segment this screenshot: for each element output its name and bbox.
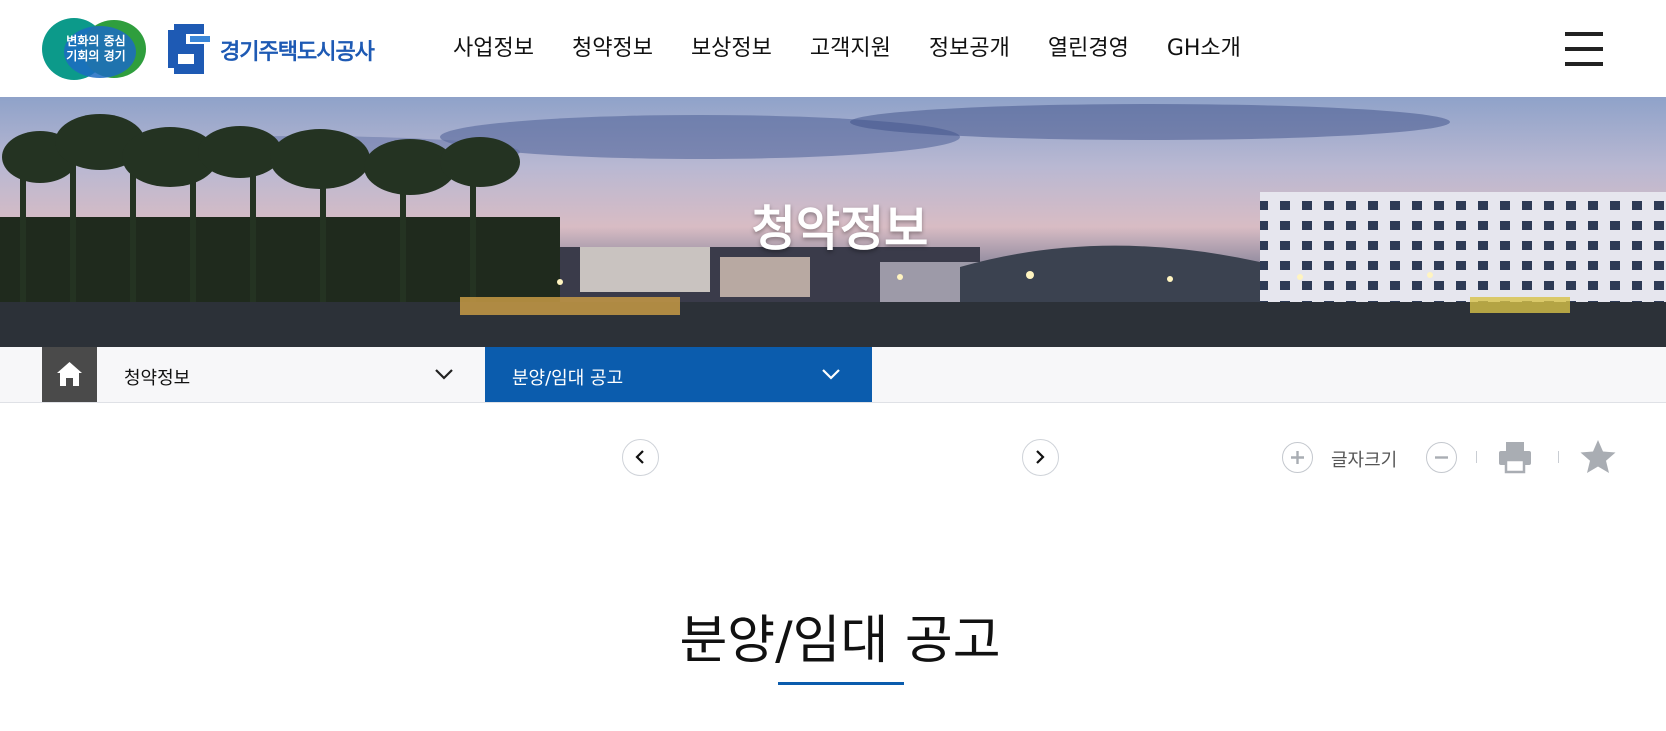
breadcrumb: 청약정보 분양/임대 공고 [0,347,1666,403]
chevron-down-icon [822,369,840,380]
gh-logo-icon[interactable] [166,22,212,76]
title-underline [778,682,904,685]
nav-item-business-info[interactable]: 사업정보 [453,30,534,62]
tool-divider [1476,451,1477,463]
plus-circle-icon [1291,451,1304,464]
nav-item-compensation-info[interactable]: 보상정보 [691,30,772,62]
nav-item-open-management[interactable]: 열린경영 [1048,30,1129,62]
home-button[interactable] [42,347,97,402]
nav-item-customer-support[interactable]: 고객지원 [810,30,891,62]
chevron-down-icon [435,369,453,380]
badge-line2: 기회의 경기 [66,49,126,63]
brand-name[interactable]: 경기주택도시공사 [220,34,375,66]
minus-circle-icon [1435,456,1448,459]
page-title: 분양/임대 공고 [679,611,1001,671]
font-size-decrease-button[interactable] [1426,442,1457,473]
depth2-dropdown[interactable]: 분양/임대 공고 [485,347,872,402]
font-size-label: 글자크기 [1331,450,1398,471]
chevron-left-icon [635,450,644,464]
nav-item-about-gh[interactable]: GH소개 [1167,30,1241,62]
badge-line1: 변화의 중심 [66,34,126,48]
depth1-dropdown[interactable]: 청약정보 [97,347,485,402]
next-page-button[interactable] [1022,439,1059,476]
hamburger-menu-icon[interactable] [1565,32,1603,66]
previous-page-button[interactable] [622,439,659,476]
nav-item-information-disclosure[interactable]: 정보공개 [929,30,1010,62]
chevron-right-icon [1036,450,1045,464]
hero-banner: 청약정보 [0,97,1666,347]
home-icon [57,362,82,386]
depth2-label: 분양/임대 공고 [512,368,624,389]
slogan-badge-logo[interactable]: 변화의 중심 기회의 경기 [42,18,148,80]
font-size-increase-button[interactable] [1282,442,1313,473]
star-icon[interactable] [1579,438,1617,476]
nav-item-subscription-info[interactable]: 청약정보 [572,30,653,62]
print-icon[interactable] [1497,439,1533,475]
depth1-label: 청약정보 [124,368,191,389]
main-navigation: 사업정보 청약정보 보상정보 고객지원 정보공개 열린경영 GH소개 [453,30,1279,62]
site-header: 변화의 중심 기회의 경기 경기주택도시공사 사업정보 청약정보 보상정보 고객… [0,0,1666,97]
tool-divider [1558,451,1559,463]
hero-title: 청약정보 [751,201,929,257]
